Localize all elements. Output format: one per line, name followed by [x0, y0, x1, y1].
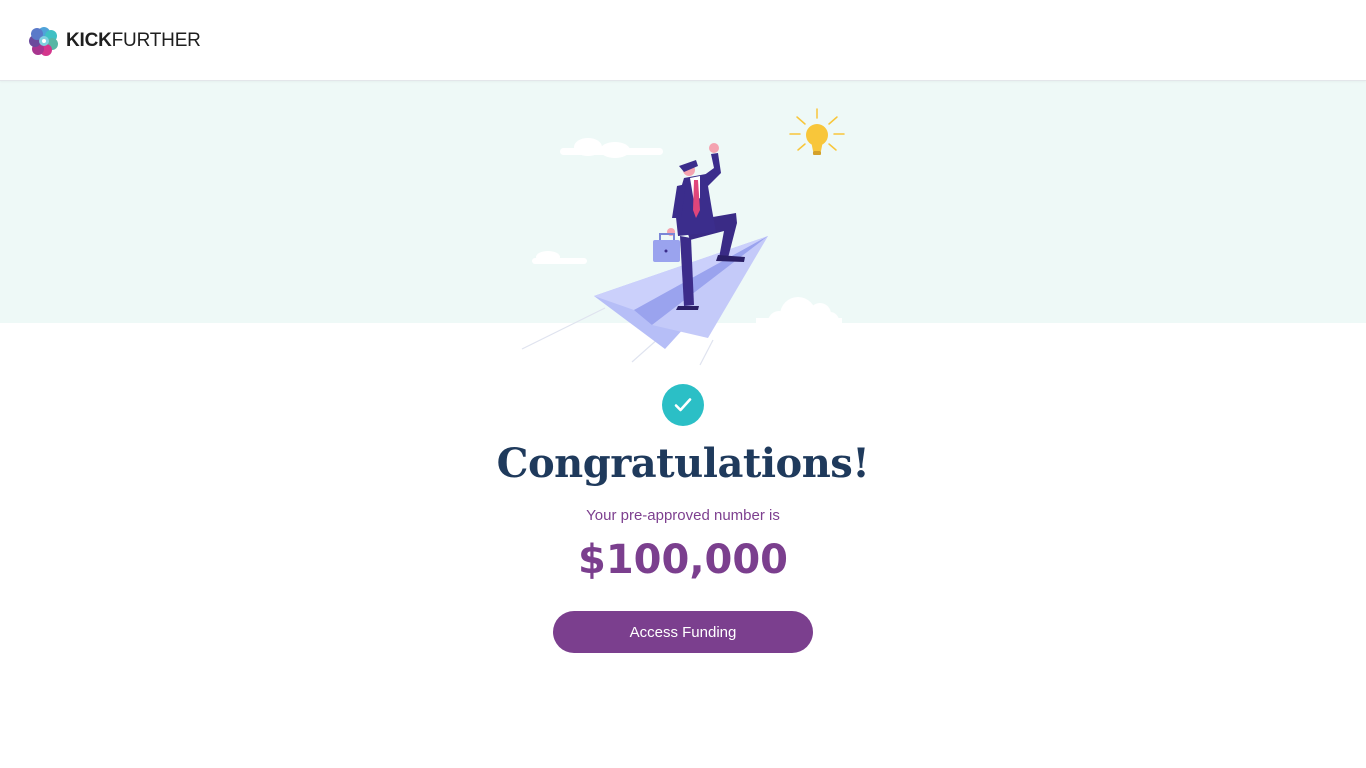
top-header: KICKFURTHER	[0, 0, 1366, 81]
brand-name: KICKFURTHER	[66, 30, 201, 52]
access-funding-button[interactable]: Access Funding	[553, 611, 813, 653]
brand-name-bold: KICK	[66, 29, 112, 51]
businessman-on-paper-plane-illustration	[521, 108, 845, 366]
cloud-icon	[560, 138, 663, 158]
success-badge	[662, 384, 704, 426]
lightbulb-icon	[789, 108, 845, 155]
cloud-icon	[532, 251, 587, 264]
preapproved-amount: $100,000	[577, 537, 789, 583]
cloud-icon	[756, 297, 842, 342]
kickfurther-logo[interactable]: KICKFURTHER	[28, 24, 201, 57]
kickfurther-flower-icon	[29, 26, 58, 56]
brand-name-light: FURTHER	[111, 29, 201, 51]
preapproved-label: Your pre-approved number is	[586, 507, 780, 524]
page-title: Congratulations!	[496, 440, 870, 487]
checkmark-icon	[674, 398, 692, 412]
